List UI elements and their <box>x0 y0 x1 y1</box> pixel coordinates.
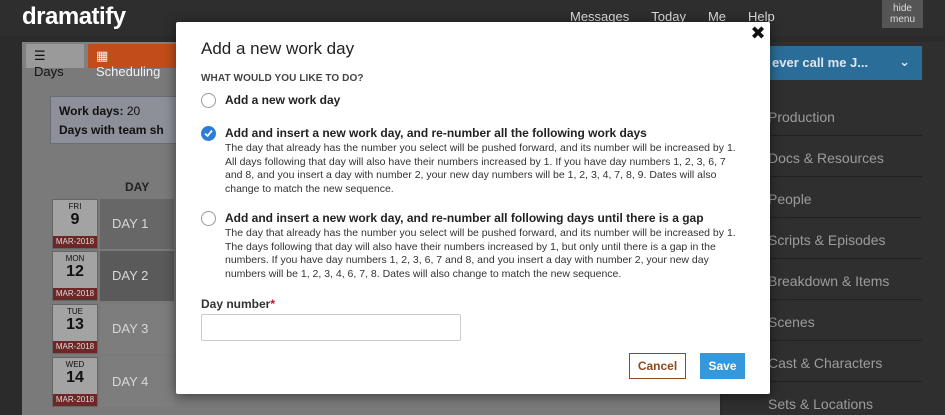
column-day-header: DAY <box>125 180 150 194</box>
option-description: The day that already has the number you … <box>225 142 736 195</box>
close-icon[interactable]: ✖ <box>750 24 766 42</box>
option-title[interactable]: Add a new work day <box>225 93 340 107</box>
date-cell: WED 14 MAR-2018 <box>52 357 98 407</box>
team-days-label: Days with team sh <box>59 123 164 137</box>
dialog-title: Add a new work day <box>201 39 355 58</box>
work-days-value: 20 <box>126 104 141 118</box>
option-title[interactable]: Add and insert a new work day, and re-nu… <box>225 211 704 225</box>
work-days-label: Work days: <box>59 104 124 118</box>
radio-insert-renumber-all[interactable] <box>201 126 216 141</box>
date-cell: FRI 9 MAR-2018 <box>52 199 98 249</box>
save-button[interactable]: Save <box>700 353 745 379</box>
day-cell[interactable]: DAY 2 <box>100 251 174 301</box>
date-cell: MON 12 MAR-2018 <box>52 251 98 301</box>
project-name: ever call me J... <box>772 55 869 70</box>
day-number-input[interactable] <box>201 314 461 341</box>
tab-scheduling[interactable]: ▦ Scheduling <box>88 44 178 79</box>
day-cell[interactable]: DAY 1 <box>100 199 174 249</box>
chevron-down-icon: ⌄ <box>899 54 910 69</box>
section-label: WHAT WOULD YOU LIKE TO DO? <box>201 73 364 84</box>
radio-insert-renumber-gap[interactable] <box>201 211 216 226</box>
checkmark-icon <box>204 130 213 138</box>
tab-days[interactable]: ☰ Days <box>26 44 84 79</box>
day-number-label: Day number* <box>201 297 276 311</box>
day-cell[interactable]: DAY 3 <box>100 304 174 354</box>
hide-menu-button[interactable]: hide menu <box>882 0 923 28</box>
tab-days-label: Days <box>34 64 64 79</box>
option-description: The day that already has the number you … <box>225 227 736 280</box>
cancel-button[interactable]: Cancel <box>629 353 686 379</box>
tab-scheduling-label: Scheduling <box>96 64 161 79</box>
required-mark: * <box>270 297 276 311</box>
option-title[interactable]: Add and insert a new work day, and re-nu… <box>225 126 647 140</box>
radio-add-day[interactable] <box>201 93 216 108</box>
app-logo[interactable]: dramatify <box>22 3 126 31</box>
date-cell: TUE 13 MAR-2018 <box>52 304 98 354</box>
add-work-day-dialog: Add a new work day ✖ WHAT WOULD YOU LIKE… <box>176 22 770 394</box>
day-cell[interactable]: DAY 4 <box>100 357 174 407</box>
